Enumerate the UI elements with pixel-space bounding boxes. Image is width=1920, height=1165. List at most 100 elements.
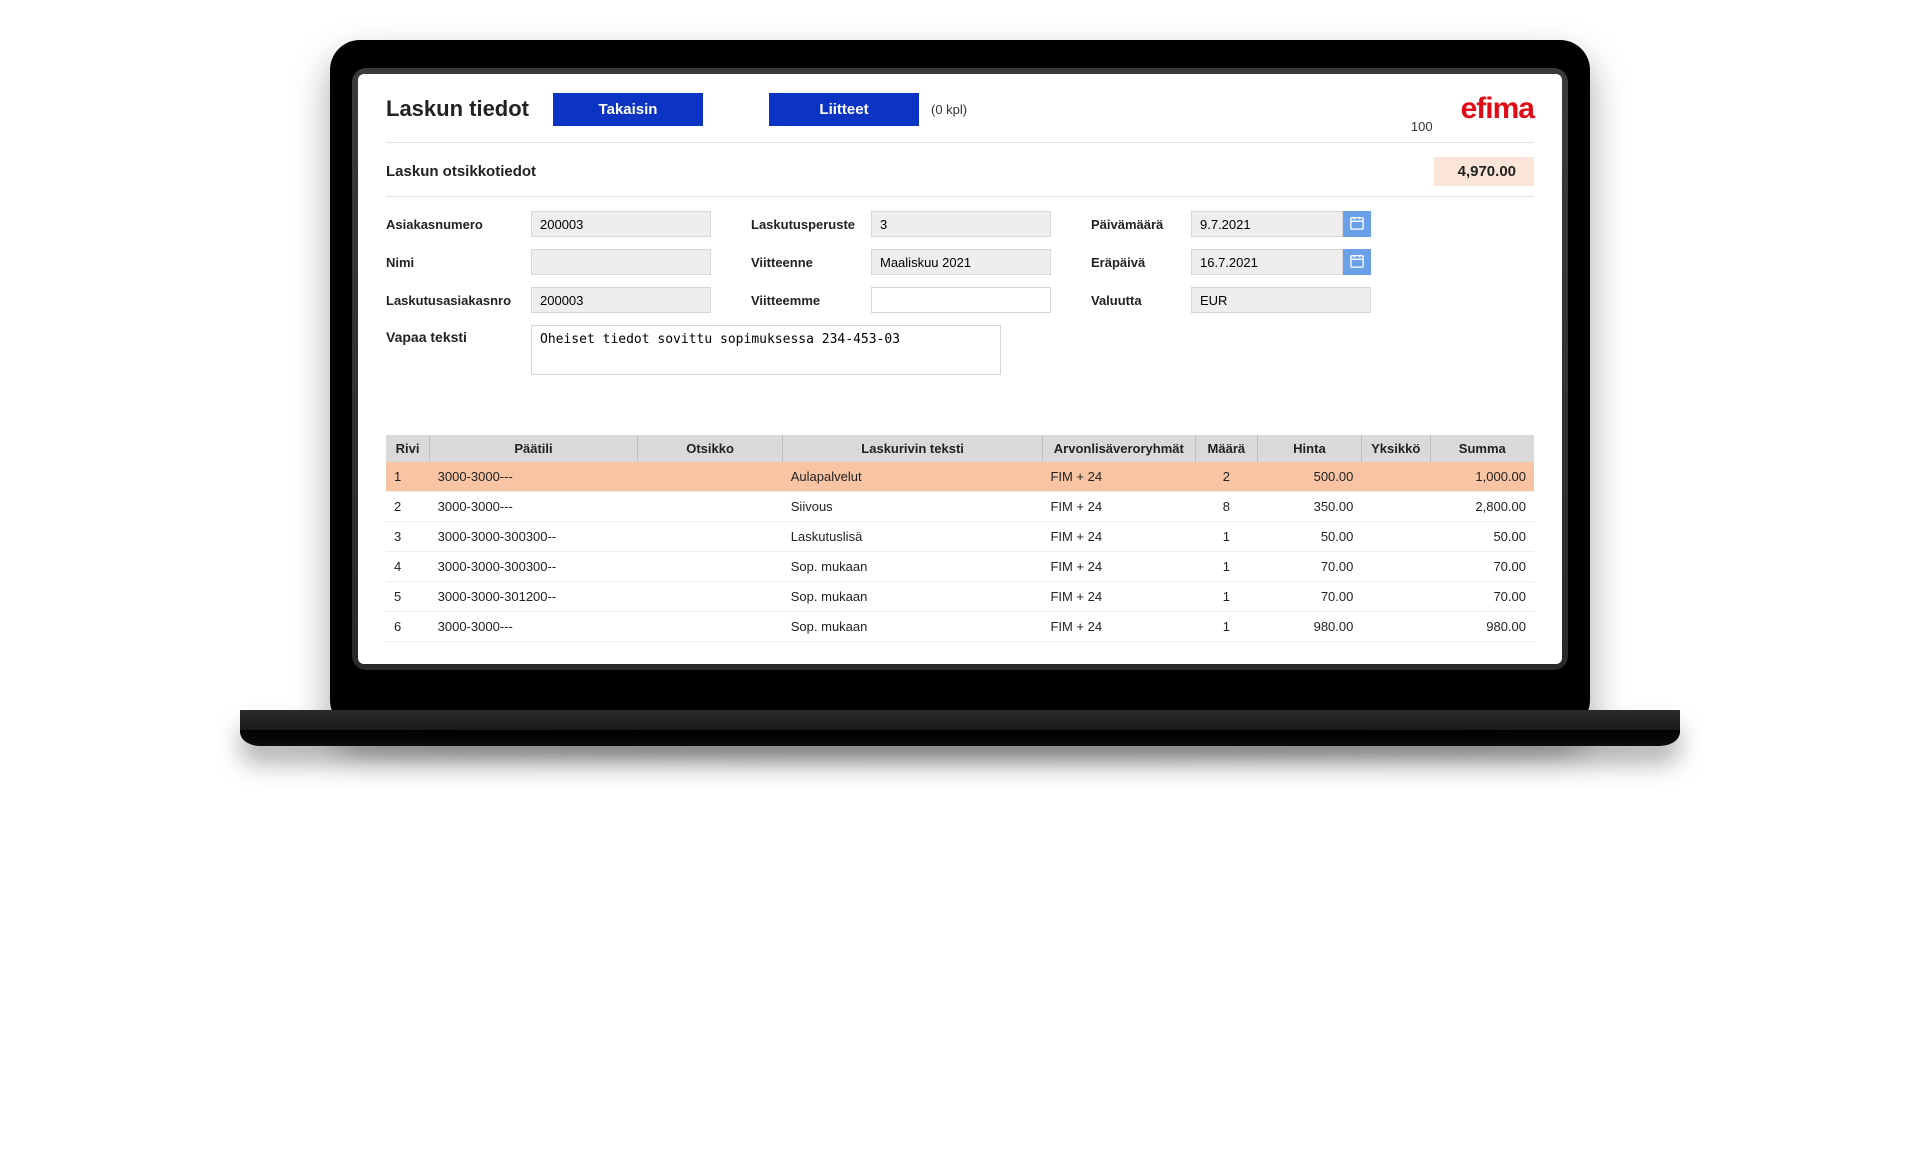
calendar-icon <box>1350 216 1364 233</box>
cell-sum: 70.00 <box>1430 582 1534 612</box>
label-our-ref: Viitteemme <box>751 293 871 308</box>
currency-field[interactable] <box>1191 287 1371 313</box>
due-date-picker-button[interactable] <box>1343 249 1371 275</box>
cell-sum: 2,800.00 <box>1430 492 1534 522</box>
th-line-text[interactable]: Laskurivin teksti <box>783 435 1043 462</box>
section-title: Laskun otsikkotiedot <box>386 163 536 180</box>
cell-line-text: Sop. mukaan <box>783 552 1043 582</box>
cell-title <box>637 492 782 522</box>
cell-sum: 1,000.00 <box>1430 462 1534 492</box>
cell-unit <box>1361 522 1430 552</box>
cell-title <box>637 582 782 612</box>
cell-unit <box>1361 612 1430 642</box>
cell-vat: FIM + 24 <box>1042 462 1195 492</box>
label-your-ref: Viitteenne <box>751 255 871 270</box>
table-row[interactable]: 33000-3000-300300-- LaskutuslisäFIM + 241… <box>386 522 1534 552</box>
th-row[interactable]: Rivi <box>386 435 430 462</box>
due-date-field[interactable] <box>1191 249 1343 275</box>
number-indicator: 100 <box>1411 119 1433 134</box>
cell-main-account: 3000-3000--- <box>430 462 638 492</box>
label-billing-customer-no: Laskutusasiakasnro <box>386 293 531 308</box>
cell-row: 2 <box>386 492 430 522</box>
date-picker-button[interactable] <box>1343 211 1371 237</box>
label-free-text: Vapaa teksti <box>386 325 531 345</box>
name-field[interactable] <box>531 249 711 275</box>
billing-basis-field[interactable] <box>871 211 1051 237</box>
th-title[interactable]: Otsikko <box>637 435 782 462</box>
cell-qty: 1 <box>1195 612 1257 642</box>
cell-qty: 1 <box>1195 582 1257 612</box>
our-ref-field[interactable] <box>871 287 1051 313</box>
cell-qty: 2 <box>1195 462 1257 492</box>
back-button[interactable]: Takaisin <box>553 93 703 126</box>
customer-no-field[interactable] <box>531 211 711 237</box>
cell-line-text: Siivous <box>783 492 1043 522</box>
cell-line-text: Sop. mukaan <box>783 582 1043 612</box>
cell-line-text: Aulapalvelut <box>783 462 1043 492</box>
cell-main-account: 3000-3000--- <box>430 492 638 522</box>
cell-line-text: Sop. mukaan <box>783 612 1043 642</box>
cell-row: 1 <box>386 462 430 492</box>
cell-row: 6 <box>386 612 430 642</box>
cell-qty: 1 <box>1195 522 1257 552</box>
label-currency: Valuutta <box>1091 293 1191 308</box>
cell-vat: FIM + 24 <box>1042 612 1195 642</box>
cell-qty: 8 <box>1195 492 1257 522</box>
invoice-lines-table: Rivi Päätili Otsikko Laskurivin teksti A… <box>386 435 1534 642</box>
free-text-field[interactable] <box>531 325 1001 375</box>
cell-title <box>637 522 782 552</box>
th-qty[interactable]: Määrä <box>1195 435 1257 462</box>
cell-line-text: Laskutuslisä <box>783 522 1043 552</box>
cell-unit <box>1361 492 1430 522</box>
cell-qty: 1 <box>1195 552 1257 582</box>
cell-price: 50.00 <box>1258 522 1362 552</box>
cell-sum: 70.00 <box>1430 552 1534 582</box>
cell-main-account: 3000-3000-300300-- <box>430 522 638 552</box>
cell-vat: FIM + 24 <box>1042 522 1195 552</box>
cell-title <box>637 552 782 582</box>
cell-title <box>637 462 782 492</box>
cell-title <box>637 612 782 642</box>
page-header: Laskun tiedot Takaisin Liitteet (0 kpl) … <box>386 92 1534 143</box>
date-field[interactable] <box>1191 211 1343 237</box>
cell-price: 500.00 <box>1258 462 1362 492</box>
brand-logo: efima <box>1461 92 1534 126</box>
invoice-total: 4,970.00 <box>1434 157 1534 186</box>
cell-price: 350.00 <box>1258 492 1362 522</box>
calendar-icon <box>1350 254 1364 271</box>
label-date: Päivämäärä <box>1091 217 1191 232</box>
th-unit[interactable]: Yksikkö <box>1361 435 1430 462</box>
cell-price: 980.00 <box>1258 612 1362 642</box>
cell-row: 4 <box>386 552 430 582</box>
table-row[interactable]: 63000-3000---Sop. mukaanFIM + 241980.009… <box>386 612 1534 642</box>
cell-row: 5 <box>386 582 430 612</box>
billing-customer-no-field[interactable] <box>531 287 711 313</box>
cell-price: 70.00 <box>1258 552 1362 582</box>
cell-unit <box>1361 582 1430 612</box>
your-ref-field[interactable] <box>871 249 1051 275</box>
th-sum[interactable]: Summa <box>1430 435 1534 462</box>
cell-price: 70.00 <box>1258 582 1362 612</box>
cell-main-account: 3000-3000--- <box>430 612 638 642</box>
cell-main-account: 3000-3000-301200-- <box>430 582 638 612</box>
page-title: Laskun tiedot <box>386 96 529 122</box>
attachments-count: (0 kpl) <box>931 102 967 117</box>
cell-unit <box>1361 552 1430 582</box>
th-vat-groups[interactable]: Arvonlisäveroryhmät <box>1042 435 1195 462</box>
cell-unit <box>1361 462 1430 492</box>
attachments-button[interactable]: Liitteet <box>769 93 919 126</box>
table-row[interactable]: 53000-3000-301200--Sop. mukaanFIM + 2417… <box>386 582 1534 612</box>
table-row[interactable]: 13000-3000--- AulapalvelutFIM + 242500.00… <box>386 462 1534 492</box>
th-price[interactable]: Hinta <box>1258 435 1362 462</box>
label-billing-basis: Laskutusperuste <box>751 217 871 232</box>
th-main-account[interactable]: Päätili <box>430 435 638 462</box>
table-row[interactable]: 23000-3000--- SiivousFIM + 248350.00 2,800… <box>386 492 1534 522</box>
invoice-form: Asiakasnumero Laskutusperuste Päivämäärä <box>386 211 1534 313</box>
cell-vat: FIM + 24 <box>1042 492 1195 522</box>
table-row[interactable]: 43000-3000-300300--Sop. mukaanFIM + 2417… <box>386 552 1534 582</box>
cell-vat: FIM + 24 <box>1042 582 1195 612</box>
cell-row: 3 <box>386 522 430 552</box>
cell-vat: FIM + 24 <box>1042 552 1195 582</box>
label-customer-no: Asiakasnumero <box>386 217 531 232</box>
label-name: Nimi <box>386 255 531 270</box>
